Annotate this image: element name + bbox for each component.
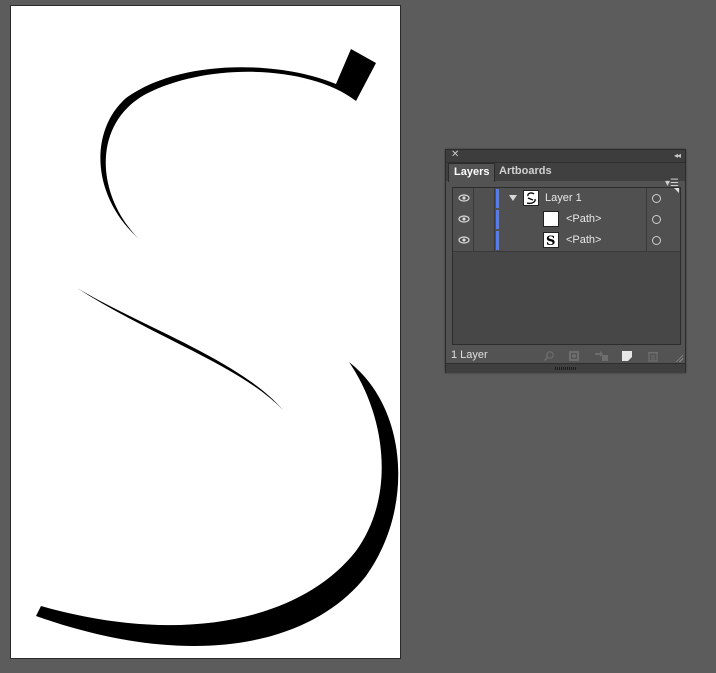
delete-icon[interactable] [647, 349, 659, 362]
layer-row-layer-1[interactable]: Layer 1 [453, 188, 680, 210]
svg-text:S: S [546, 234, 555, 247]
tab-layers[interactable]: Layers [448, 163, 496, 182]
locate-object-icon[interactable] [543, 349, 555, 362]
path-name[interactable]: <Path> [566, 209, 601, 230]
s-artwork[interactable] [11, 6, 401, 659]
layer-count: 1 Layer [451, 349, 488, 361]
target-circle-icon[interactable] [652, 215, 661, 224]
create-sublayer-icon[interactable] [594, 349, 608, 361]
panel-bottom-grip[interactable] [446, 363, 685, 373]
layer-color-swatch [496, 210, 499, 229]
target-circle-icon[interactable] [652, 236, 661, 245]
path-thumbnail-blank [543, 211, 559, 227]
panel-footer: 1 Layer [446, 346, 685, 364]
lock-toggle[interactable] [474, 188, 494, 209]
layers-panel: ✕ ◂◂ Layers Artboards ▾☰ Layer 1 <Path> … [445, 149, 686, 373]
layer-color-swatch [496, 231, 499, 250]
s-top-arc [100, 49, 377, 239]
layer-color-swatch [496, 189, 499, 208]
path-name[interactable]: <Path> [566, 230, 601, 251]
target-circle-icon[interactable] [652, 194, 661, 203]
close-icon[interactable]: ✕ [451, 149, 459, 161]
visibility-eye-icon[interactable] [455, 188, 473, 209]
s-bottom-bowl [36, 362, 399, 646]
selection-corner-icon [674, 188, 679, 193]
lock-toggle[interactable] [474, 230, 494, 251]
resize-grip-icon[interactable] [675, 354, 683, 362]
make-clipping-mask-icon[interactable] [568, 349, 580, 361]
layers-list: Layer 1 <Path> S <Path> [452, 187, 681, 345]
visibility-eye-icon[interactable] [455, 230, 473, 251]
panel-tabs: Layers Artboards ▾☰ [446, 163, 685, 189]
grip-dots-icon [555, 367, 577, 370]
panel-titlebar[interactable]: ✕ ◂◂ [446, 149, 685, 163]
path-row-2[interactable]: S <Path> [453, 230, 680, 252]
lock-toggle[interactable] [474, 209, 494, 230]
layer-name[interactable]: Layer 1 [545, 188, 582, 209]
layer-thumbnail [523, 190, 539, 206]
s-spine [77, 288, 283, 410]
expand-triangle-icon[interactable] [509, 195, 517, 201]
new-layer-icon[interactable] [621, 349, 633, 361]
path-thumbnail-s: S [543, 232, 559, 248]
tab-artboards[interactable]: Artboards [494, 163, 557, 181]
path-row-1[interactable]: <Path> [453, 209, 680, 231]
artboard[interactable] [10, 5, 401, 659]
collapse-panel-icon[interactable]: ◂◂ [674, 150, 681, 162]
visibility-eye-icon[interactable] [455, 209, 473, 230]
